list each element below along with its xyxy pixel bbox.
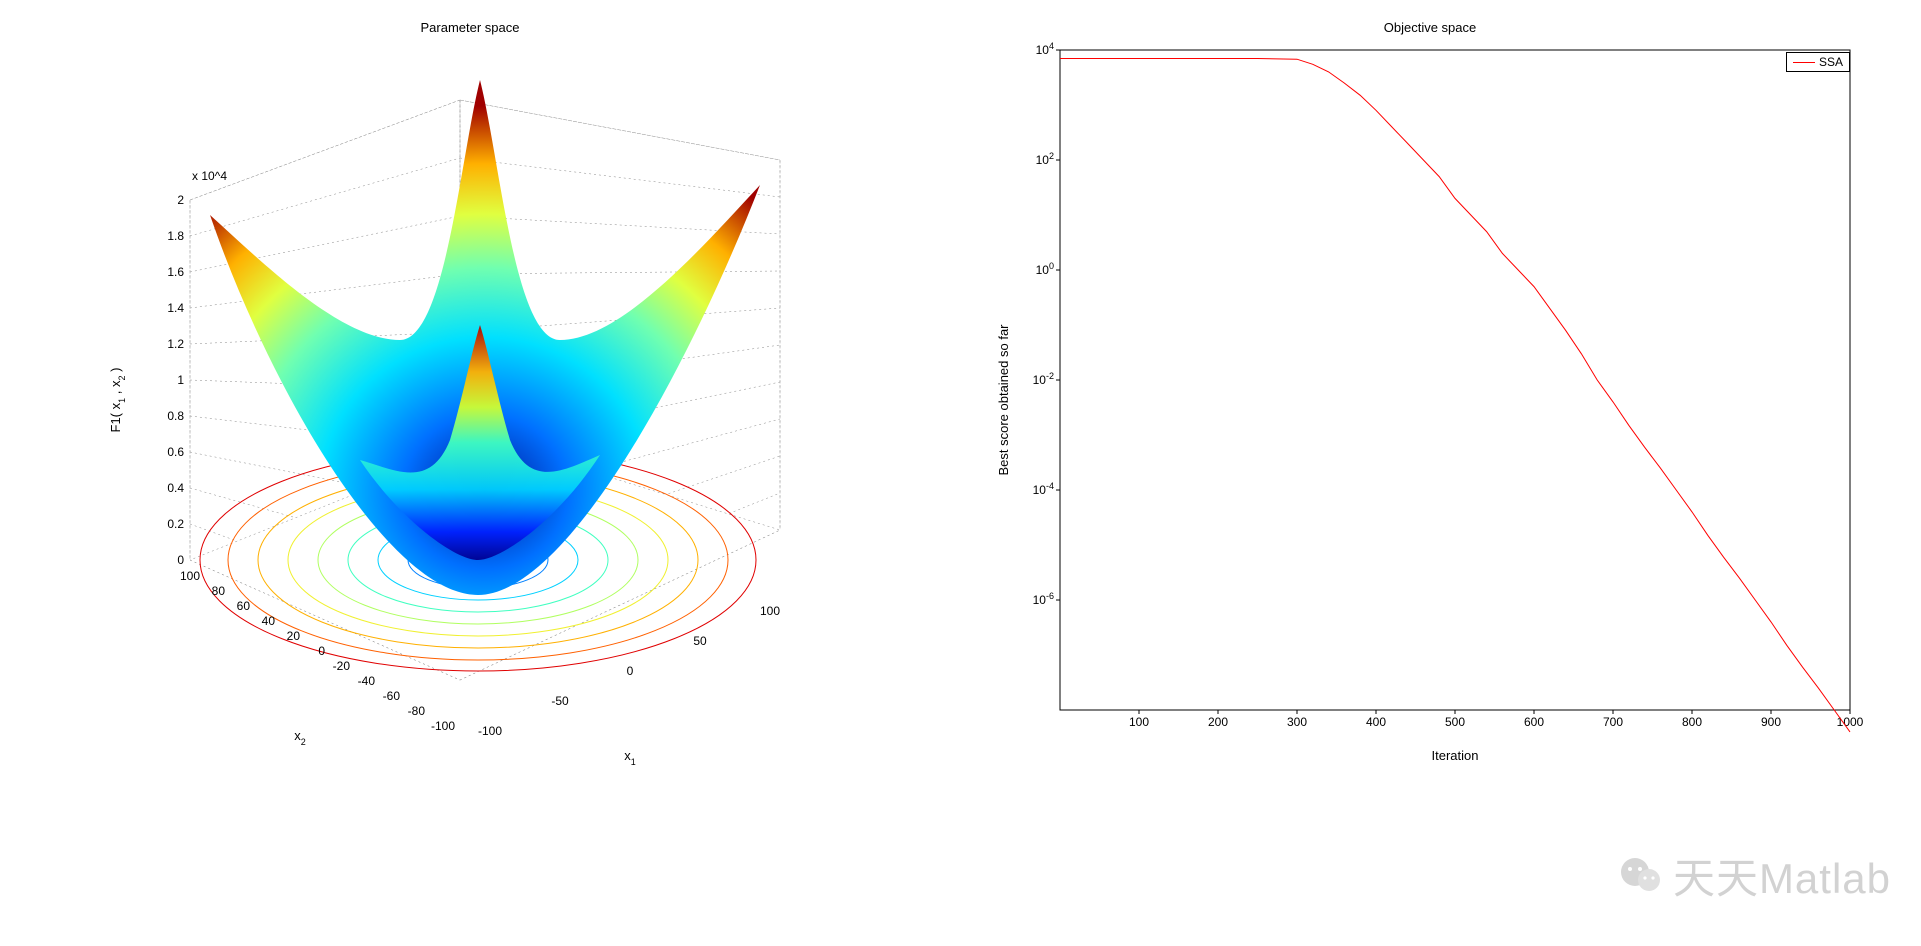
legend-label: SSA [1819, 55, 1843, 69]
svg-text:500: 500 [1445, 715, 1465, 729]
svg-text:100: 100 [760, 604, 780, 618]
matlab-figure: Parameter space [0, 0, 1921, 946]
svg-text:50: 50 [693, 634, 707, 648]
svg-text:0: 0 [318, 644, 325, 658]
svg-text:100: 100 [1036, 261, 1054, 277]
svg-text:0.8: 0.8 [167, 409, 184, 423]
svg-text:80: 80 [212, 584, 226, 598]
svg-text:-60: -60 [383, 689, 401, 703]
x-ticks: 100 200 300 400 500 600 700 800 900 1000 [1129, 710, 1864, 729]
svg-text:1: 1 [177, 373, 184, 387]
svg-text:-100: -100 [478, 724, 502, 738]
svg-text:10-6: 10-6 [1033, 591, 1054, 607]
svg-text:20: 20 [287, 629, 301, 643]
convergence-plot: 104 102 100 10-2 10-4 10-6 100 200 [990, 40, 1870, 770]
y-ticks: 104 102 100 10-2 10-4 10-6 [1033, 41, 1060, 607]
svg-text:-80: -80 [408, 704, 426, 718]
watermark-text: 天天Matlab [1673, 845, 1891, 906]
z-multiplier: x 10^4 [192, 169, 227, 183]
svg-text:100: 100 [1129, 715, 1149, 729]
svg-text:1.8: 1.8 [167, 229, 184, 243]
wechat-icon [1617, 852, 1665, 900]
svg-text:900: 900 [1761, 715, 1781, 729]
svg-text:60: 60 [237, 599, 251, 613]
ylabel: x2 [294, 728, 306, 747]
right-panel-objective-space: Objective space 104 102 100 10-2 10-4 [990, 40, 1870, 800]
watermark: 天天Matlab [1617, 845, 1891, 906]
svg-text:10-2: 10-2 [1033, 371, 1054, 387]
svg-text:1.6: 1.6 [167, 265, 184, 279]
legend: SSA [1786, 52, 1850, 72]
svg-text:104: 104 [1036, 41, 1054, 57]
surface3d-plot: 0 0.2 0.4 0.6 0.8 1 1.2 1.4 1.6 1.8 2 x … [60, 40, 880, 800]
svg-text:-100: -100 [431, 719, 455, 733]
svg-text:0.6: 0.6 [167, 445, 184, 459]
svg-text:1.4: 1.4 [167, 301, 184, 315]
svg-text:400: 400 [1366, 715, 1386, 729]
svg-text:0.2: 0.2 [167, 517, 184, 531]
svg-text:700: 700 [1603, 715, 1623, 729]
svg-text:300: 300 [1287, 715, 1307, 729]
svg-text:100: 100 [180, 569, 200, 583]
ylabel-right: Best score obtained so far [996, 324, 1011, 476]
svg-text:600: 600 [1524, 715, 1544, 729]
svg-text:800: 800 [1682, 715, 1702, 729]
left-panel-parameter-space: Parameter space [60, 40, 880, 800]
svg-text:0.4: 0.4 [167, 481, 184, 495]
svg-text:102: 102 [1036, 151, 1054, 167]
z-tick-labels: 0 0.2 0.4 0.6 0.8 1 1.2 1.4 1.6 1.8 2 [167, 193, 184, 567]
xlabel: x1 [624, 748, 636, 767]
svg-text:10-4: 10-4 [1033, 481, 1054, 497]
svg-text:-50: -50 [551, 694, 569, 708]
left-panel-title: Parameter space [60, 20, 880, 35]
svg-text:40: 40 [262, 614, 276, 628]
svg-text:0: 0 [177, 553, 184, 567]
right-panel-title: Objective space [990, 20, 1870, 35]
svg-text:200: 200 [1208, 715, 1228, 729]
svg-text:0: 0 [627, 664, 634, 678]
zlabel: F1( x1 , x2 ) [108, 368, 127, 433]
xlabel-right: Iteration [1432, 748, 1479, 763]
svg-text:-20: -20 [333, 659, 351, 673]
legend-line-icon [1793, 62, 1815, 63]
axes-box [1060, 50, 1850, 710]
svg-text:2: 2 [177, 193, 184, 207]
svg-text:-40: -40 [358, 674, 376, 688]
svg-text:1.2: 1.2 [167, 337, 184, 351]
svg-text:1000: 1000 [1837, 715, 1864, 729]
